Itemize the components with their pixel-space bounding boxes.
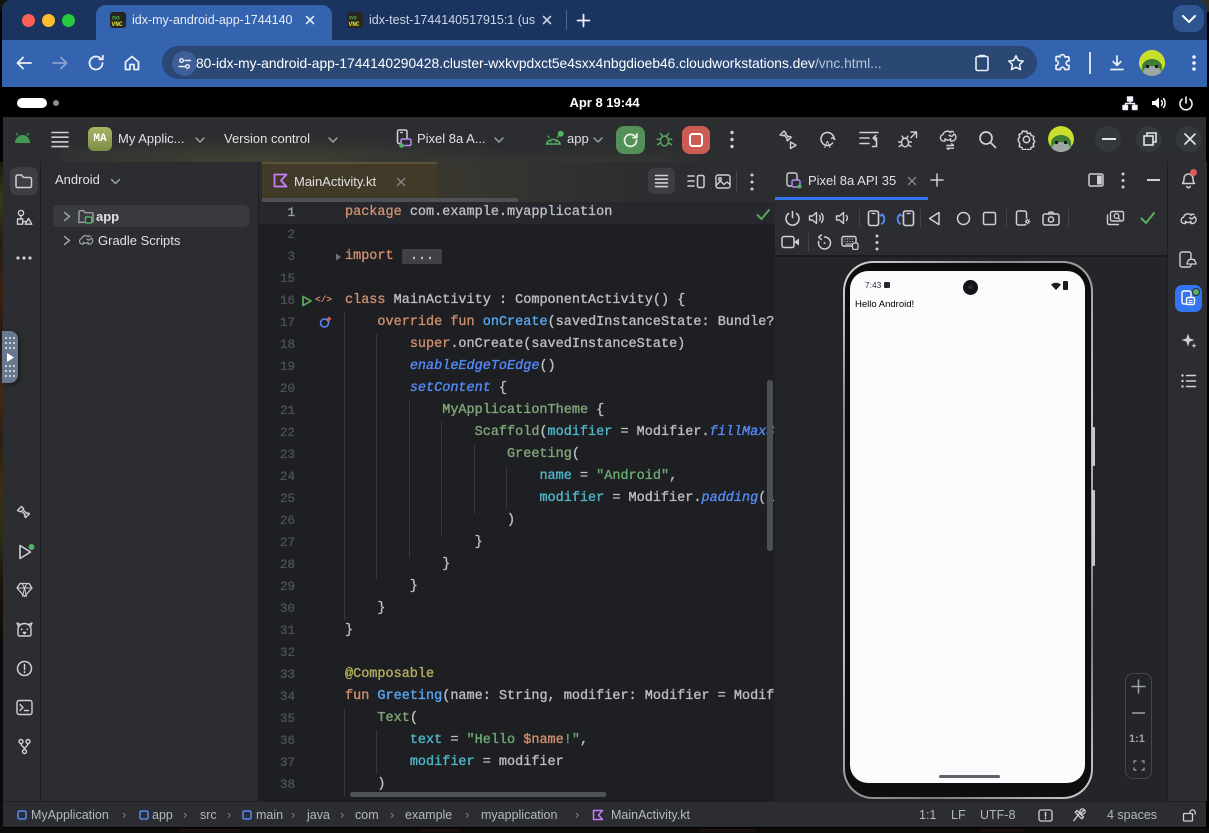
svg-text:A: A [824,140,831,151]
svg-text:VNC: VNC [112,21,123,28]
svg-text:VNC: VNC [349,21,360,28]
